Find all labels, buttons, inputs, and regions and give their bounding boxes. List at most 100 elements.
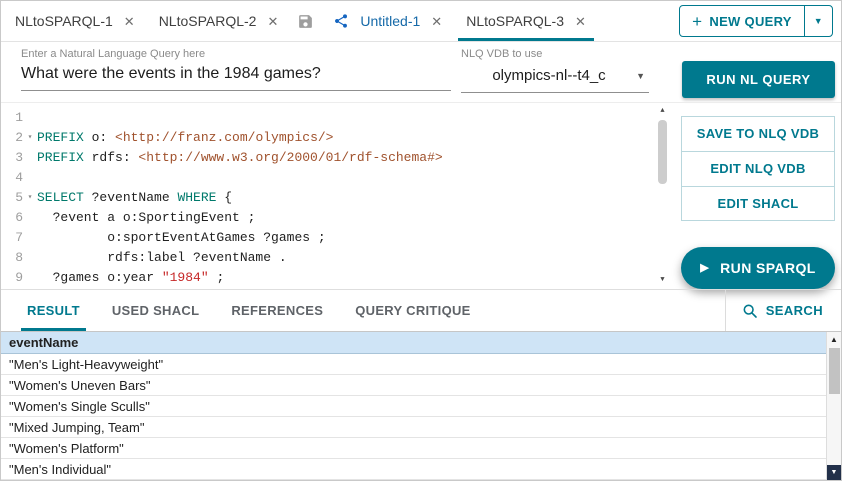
search-button[interactable]: SEARCH (725, 290, 841, 331)
vdb-selected-value: olympics-nl--t4_c (492, 67, 605, 84)
line-number: 5 (1, 188, 23, 208)
tab-untitled-1[interactable]: Untitled-1 ✕ (321, 1, 454, 41)
table-row[interactable]: "Mixed Jumping, Team" (1, 417, 841, 438)
table-row[interactable]: "Women's Uneven Bars" (1, 375, 841, 396)
tab-query-critique[interactable]: QUERY CRITIQUE (339, 290, 486, 331)
table-row[interactable]: "Men's Individual" (1, 459, 841, 480)
results-panel: eventName "Men's Light-Heavyweight""Wome… (1, 332, 841, 480)
run-sparql-label: RUN SPARQL (720, 260, 816, 276)
results-scrollbar[interactable]: ▲ ▼ (826, 332, 841, 480)
table-row[interactable]: "Women's Single Sculls" (1, 396, 841, 417)
tab-label: NLtoSPARQL-3 (466, 13, 564, 29)
code-line: 1 (1, 108, 671, 128)
tab-references[interactable]: REFERENCES (215, 290, 339, 331)
editor-scrollbar-thumb[interactable] (658, 120, 667, 184)
tab-nltosparql-3[interactable]: NLtoSPARQL-3 ✕ (454, 1, 598, 41)
line-number: 8 (1, 248, 23, 268)
fold-chevron-icon[interactable]: ▾ (23, 128, 37, 148)
scroll-down-icon: ▼ (831, 469, 838, 476)
close-tab-icon[interactable]: ✕ (575, 15, 586, 28)
code-text: SELECT ?eventName WHERE { (37, 188, 232, 208)
search-icon (742, 303, 758, 319)
line-number: 6 (1, 208, 23, 228)
table-row[interactable]: "Men's Light-Heavyweight" (1, 354, 841, 375)
code-text: rdfs:label ?eventName . (37, 248, 287, 268)
code-text: ?event a o:SportingEvent ; (37, 208, 255, 228)
editor-section: 12▾PREFIX o: <http://franz.com/olympics/… (1, 102, 841, 289)
line-number: 9 (1, 268, 23, 288)
fold-gutter-spacer (23, 168, 37, 188)
graph-icon (333, 13, 349, 29)
run-nl-query-button[interactable]: RUN NL QUERY (682, 61, 835, 98)
close-tab-icon[interactable]: ✕ (124, 15, 135, 28)
code-text: PREFIX rdfs: <http://www.w3.org/2000/01/… (37, 148, 443, 168)
line-number: 3 (1, 148, 23, 168)
play-icon: ▶ (700, 263, 709, 274)
tab-nltosparql-1[interactable]: NLtoSPARQL-1 ✕ (3, 1, 147, 41)
scroll-up-icon[interactable]: ▲ (830, 332, 838, 346)
editor-scrollbar[interactable]: ▲ ▼ (656, 106, 669, 286)
result-tab-bar: RESULT USED SHACL REFERENCES QUERY CRITI… (1, 289, 841, 332)
code-line: 9 ?games o:year "1984" ; (1, 268, 671, 288)
query-tab-bar: NLtoSPARQL-1 ✕ NLtoSPARQL-2 ✕ Untitled-1… (1, 1, 841, 42)
code-line: 4 (1, 168, 671, 188)
nl-query-input[interactable] (21, 60, 451, 91)
nl-query-field: Enter a Natural Language Query here (21, 43, 451, 91)
new-query-dropdown-caret-icon[interactable]: ▼ (804, 6, 832, 36)
new-query-button[interactable]: + NEW QUERY ▼ (679, 5, 833, 37)
vdb-label: NLQ VDB to use (461, 43, 649, 60)
search-label: SEARCH (766, 303, 823, 318)
scroll-up-icon[interactable]: ▲ (660, 106, 664, 117)
plus-icon: + (692, 13, 702, 30)
code-line: 8 rdfs:label ?eventName . (1, 248, 671, 268)
scroll-down-button[interactable]: ▼ (827, 465, 841, 480)
fold-gutter-spacer (23, 108, 37, 128)
code-line: 7 o:sportEventAtGames ?games ; (1, 228, 671, 248)
save-icon[interactable] (290, 13, 321, 30)
results-scrollbar-thumb[interactable] (829, 348, 840, 394)
edit-nlq-vdb-button[interactable]: EDIT NLQ VDB (681, 151, 835, 187)
nl-query-row: Enter a Natural Language Query here NLQ … (1, 42, 841, 102)
code-line: 5▾SELECT ?eventName WHERE { (1, 188, 671, 208)
fold-gutter-spacer (23, 208, 37, 228)
nltosparql-app: NLtoSPARQL-1 ✕ NLtoSPARQL-2 ✕ Untitled-1… (0, 0, 842, 481)
fold-gutter-spacer (23, 248, 37, 268)
tab-nltosparql-2[interactable]: NLtoSPARQL-2 ✕ (147, 1, 291, 41)
tab-used-shacl[interactable]: USED SHACL (96, 290, 216, 331)
new-query-label: NEW QUERY (709, 14, 791, 29)
line-number: 4 (1, 168, 23, 188)
fold-gutter-spacer (23, 228, 37, 248)
sparql-editor[interactable]: 12▾PREFIX o: <http://franz.com/olympics/… (1, 103, 671, 289)
scroll-down-icon[interactable]: ▼ (660, 275, 664, 286)
code-text: ?games o:year "1984" ; (37, 268, 224, 288)
edit-shacl-button[interactable]: EDIT SHACL (681, 186, 835, 222)
code-text: PREFIX o: <http://franz.com/olympics/> (37, 128, 333, 148)
fold-gutter-spacer (23, 148, 37, 168)
code-line: 6 ?event a o:SportingEvent ; (1, 208, 671, 228)
close-tab-icon[interactable]: ✕ (267, 15, 278, 28)
run-sparql-button[interactable]: ▶ RUN SPARQL (681, 247, 835, 289)
new-query-main[interactable]: + NEW QUERY (680, 6, 804, 36)
nl-query-label: Enter a Natural Language Query here (21, 43, 451, 60)
fold-chevron-icon[interactable]: ▾ (23, 188, 37, 208)
code-line: 3 PREFIX rdfs: <http://www.w3.org/2000/01… (1, 148, 671, 168)
vdb-select[interactable]: olympics-nl--t4_c ▼ (461, 60, 649, 93)
results-column-header: eventName (1, 332, 841, 354)
line-number: 2 (1, 128, 23, 148)
close-tab-icon[interactable]: ✕ (431, 15, 442, 28)
save-to-nlq-vdb-button[interactable]: SAVE TO NLQ VDB (681, 116, 835, 152)
fold-gutter-spacer (23, 268, 37, 288)
code-line: 2▾PREFIX o: <http://franz.com/olympics/> (1, 128, 671, 148)
editor-lines: 12▾PREFIX o: <http://franz.com/olympics/… (1, 108, 671, 288)
table-row[interactable]: "Women's Platform" (1, 438, 841, 459)
action-sidebar: SAVE TO NLQ VDB EDIT NLQ VDB EDIT SHACL … (671, 103, 841, 289)
vdb-caret-icon: ▼ (636, 71, 645, 81)
vdb-field: NLQ VDB to use olympics-nl--t4_c ▼ (461, 43, 649, 93)
code-text: o:sportEventAtGames ?games ; (37, 228, 326, 248)
tab-label: Untitled-1 (360, 13, 420, 29)
tab-label: NLtoSPARQL-1 (15, 13, 113, 29)
line-number: 7 (1, 228, 23, 248)
results-table-body: "Men's Light-Heavyweight""Women's Uneven… (1, 354, 841, 480)
tab-result[interactable]: RESULT (11, 290, 96, 331)
tab-label: NLtoSPARQL-2 (159, 13, 257, 29)
